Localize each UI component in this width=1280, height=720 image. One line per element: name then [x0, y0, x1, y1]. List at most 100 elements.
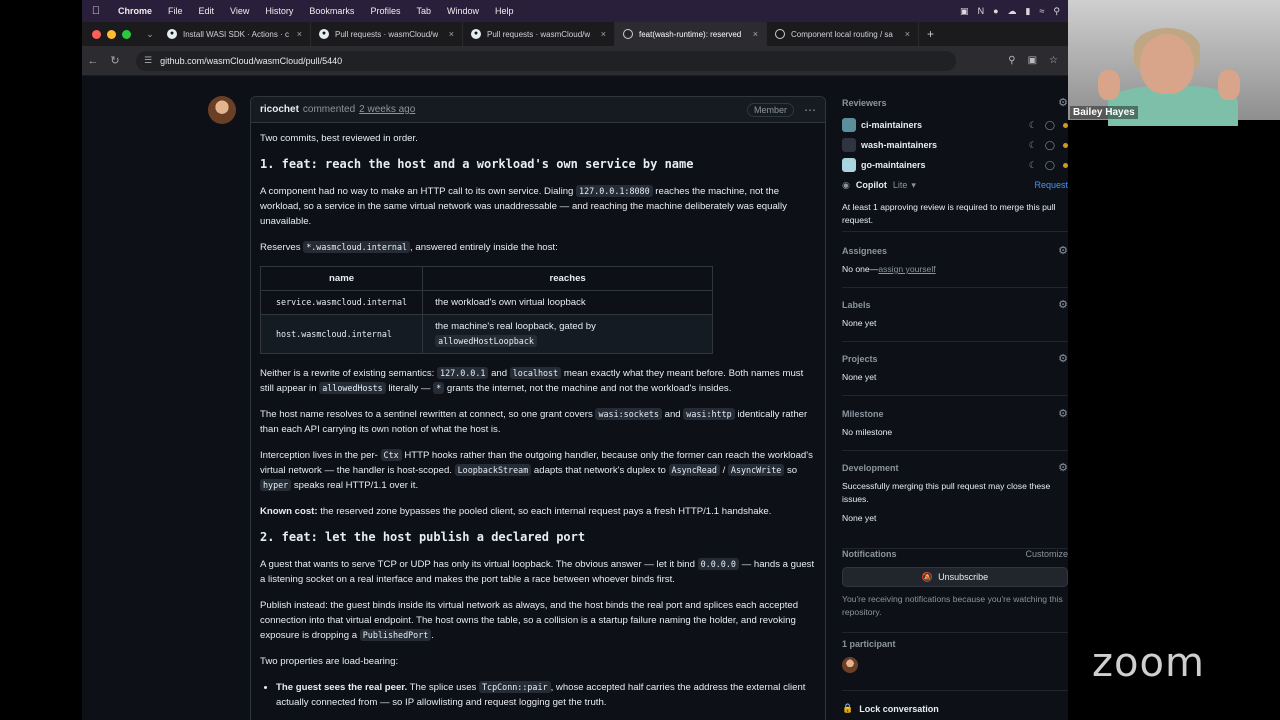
gear-icon[interactable]: ⚙ — [1058, 96, 1068, 109]
notifications-note: You're receiving notifications because y… — [842, 594, 1063, 617]
webcam-feed: Bailey Hayes — [1068, 0, 1280, 126]
gear-icon[interactable]: ⚙ — [1058, 298, 1068, 311]
menu-edit[interactable]: Edit — [191, 6, 223, 16]
lock-icon: 🔒 — [842, 703, 854, 713]
reviewer-name[interactable]: wash-maintainers — [861, 140, 937, 150]
url-text: github.com/wasmCloud/wasmCloud/pull/5440 — [160, 55, 343, 66]
gear-icon[interactable]: ⚙ — [1058, 352, 1068, 365]
close-tab-icon[interactable]: × — [753, 29, 758, 39]
close-tab-icon[interactable]: × — [297, 29, 302, 39]
unsubscribe-button[interactable]: 🔕 Unsubscribe — [842, 567, 1068, 587]
menu-help[interactable]: Help — [487, 6, 522, 16]
re-request-icon[interactable]: ☾ — [1029, 160, 1037, 171]
approval-note: At least 1 approving review is required … — [842, 202, 1056, 225]
reserved-names-table: name reaches service.wasmcloud.internal th… — [259, 266, 714, 354]
search-icon[interactable]: ⚲ — [1053, 6, 1060, 17]
bookmark-star-icon[interactable]: ☆ — [1049, 55, 1058, 66]
re-request-icon[interactable]: ☾ — [1029, 140, 1037, 151]
person-hand — [1098, 70, 1120, 100]
paragraph-1: A component had no way to make an HTTP c… — [260, 184, 816, 229]
menu-history[interactable]: History — [257, 6, 301, 16]
close-tab-icon[interactable]: × — [601, 29, 606, 39]
request-review-link[interactable]: Request — [1034, 180, 1068, 190]
menu-window[interactable]: Window — [439, 6, 487, 16]
comment-author[interactable]: ricochet — [260, 104, 299, 115]
author-avatar[interactable] — [208, 96, 236, 124]
wifi-icon[interactable]: ≈ — [1039, 6, 1044, 16]
text: so — [784, 465, 798, 476]
inline-code: localhost — [509, 367, 562, 379]
tab-pull-requests-1[interactable]: ● Pull requests · wasmCloud/w × — [311, 22, 463, 46]
mac-menu-bar:  Chrome File Edit View History Bookmark… — [82, 0, 1068, 22]
copilot-name[interactable]: Copilot — [856, 180, 887, 190]
paragraph-3: Neither is a rewrite of existing semanti… — [260, 366, 816, 396]
menu-app-name[interactable]: Chrome — [110, 6, 160, 16]
chevron-down-icon[interactable]: ▾ — [911, 180, 916, 191]
new-tab-button[interactable]: + — [919, 27, 942, 41]
inline-code: 127.0.0.1:8080 — [576, 185, 653, 197]
text: Interception lives in the per- — [260, 450, 381, 461]
assign-yourself-link[interactable]: assign yourself — [878, 264, 935, 274]
lock-conversation-button[interactable]: 🔒 Lock conversation — [842, 703, 939, 714]
minimize-window-icon[interactable] — [107, 29, 116, 39]
gear-icon[interactable]: ⚙ — [1058, 244, 1068, 257]
tab-component-local-routing[interactable]: ↻ Component local routing / sa × — [767, 22, 919, 46]
customize-link[interactable]: Customize — [1025, 549, 1068, 559]
inline-code: service.wasmcloud.internal — [276, 297, 408, 307]
comment-timestamp[interactable]: 2 weeks ago — [359, 104, 415, 115]
inline-code: AsyncWrite — [727, 464, 785, 476]
development-value: None yet — [842, 513, 877, 523]
close-tab-icon[interactable]: × — [905, 29, 910, 39]
menu-view[interactable]: View — [222, 6, 257, 16]
back-arrow-icon[interactable]: ← — [82, 55, 104, 67]
cast-icon[interactable]: ▣ — [1028, 55, 1037, 66]
text: . — [431, 630, 434, 641]
tab-pull-requests-2[interactable]: ● Pull requests · wasmCloud/w × — [463, 22, 615, 46]
menu-profiles[interactable]: Profiles — [362, 6, 408, 16]
intro-text: Two commits, best reviewed in order. — [260, 133, 418, 144]
participant-avatar[interactable] — [842, 657, 858, 673]
gear-icon[interactable]: ⚙ — [1058, 461, 1068, 474]
screen-share-icon[interactable]: ▣ — [960, 6, 969, 17]
cloud-icon[interactable]: ☁ — [1008, 6, 1017, 17]
reviewer-name[interactable]: go-maintainers — [861, 160, 926, 170]
heading-1: 1. feat: reach the host and a workload's… — [260, 157, 694, 171]
text: and — [661, 409, 684, 420]
battery-icon[interactable]: ▮ — [1026, 6, 1031, 17]
team-avatar — [842, 138, 856, 152]
assignees-value: No one—assign yourself — [842, 263, 1068, 276]
url-field[interactable]: ☰ github.com/wasmCloud/wasmCloud/pull/54… — [136, 50, 956, 71]
zoom-icon[interactable]: ⚲ — [1008, 55, 1015, 66]
reload-icon[interactable]: ↻ — [104, 54, 126, 67]
participant-name-label: Bailey Hayes — [1070, 106, 1138, 119]
apple-icon[interactable]:  — [82, 5, 110, 17]
section-title: Labels — [842, 299, 871, 310]
tab-search-chevron-icon[interactable]: ⌄ — [141, 29, 159, 40]
inline-code: hyper — [260, 479, 292, 491]
reviewers-section: Reviewers ⚙ ci-maintainers ☾ ◯ wash-maintai… — [842, 96, 1068, 232]
copilot-row: ◉ Copilot Lite ▾ Request — [842, 175, 1068, 195]
menu-file[interactable]: File — [160, 6, 191, 16]
close-window-icon[interactable] — [92, 29, 101, 39]
reviewer-row: ci-maintainers ☾ ◯ — [842, 115, 1068, 135]
maximize-window-icon[interactable] — [122, 29, 131, 39]
copilot-tier: Lite — [892, 180, 908, 190]
menu-tab[interactable]: Tab — [408, 6, 439, 16]
kebab-menu-icon[interactable]: ⋯ — [804, 103, 816, 117]
properties-list: The guest sees the real peer. The splice… — [276, 680, 816, 710]
reviewer-name[interactable]: ci-maintainers — [861, 120, 922, 130]
development-note: Successfully merging this pull request m… — [842, 481, 1051, 504]
gear-icon[interactable]: ⚙ — [1058, 407, 1068, 420]
close-tab-icon[interactable]: × — [449, 29, 454, 39]
text: the reserved zone bypasses the pooled cl… — [317, 506, 772, 517]
re-request-icon[interactable]: ☾ — [1029, 120, 1037, 131]
notion-icon[interactable]: N — [978, 6, 985, 16]
site-info-icon[interactable]: ☰ — [144, 55, 152, 66]
address-bar: ← ↻ ☰ github.com/wasmCloud/wasmCloud/pul… — [82, 46, 1068, 76]
inline-code: AsyncRead — [668, 464, 720, 476]
menu-bookmarks[interactable]: Bookmarks — [301, 6, 362, 16]
tab-feat-wash-runtime[interactable]: ↻ feat(wash-runtime): reserved × — [615, 22, 767, 46]
record-icon[interactable]: ● — [993, 6, 998, 16]
tab-install-wasi-sdk[interactable]: ● Install WASI SDK · Actions · c × — [159, 22, 311, 46]
comment-body: Two commits, best reviewed in order. 1. … — [251, 123, 825, 720]
